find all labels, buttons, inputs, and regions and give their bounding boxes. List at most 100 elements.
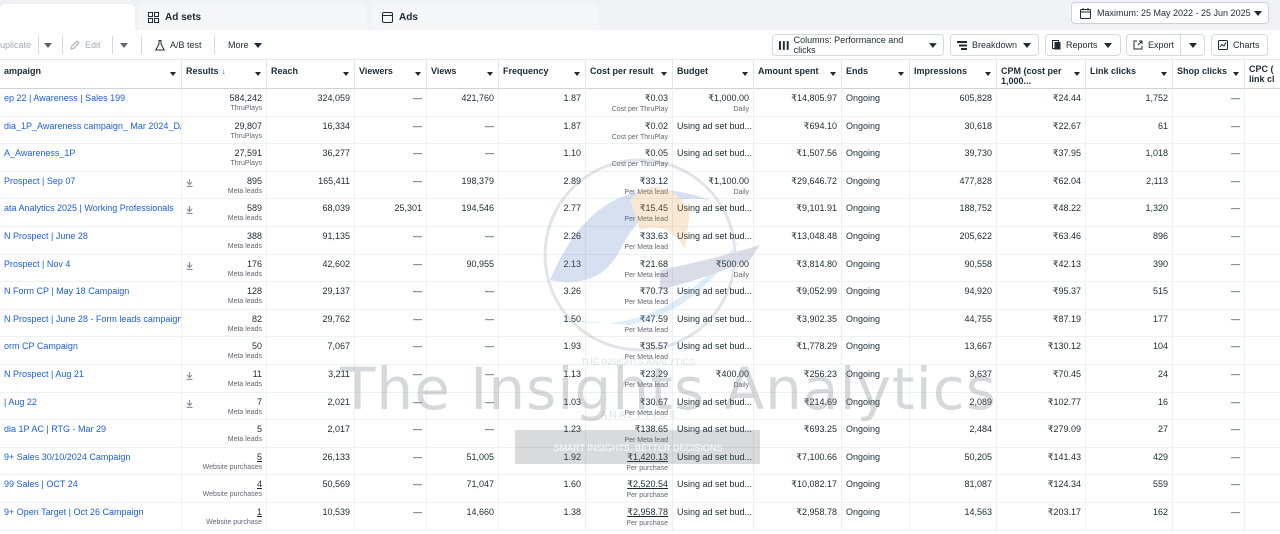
chevron-down-icon[interactable] [343, 72, 349, 76]
sort-descending-icon[interactable]: ↓ [222, 66, 227, 76]
column-header-label: Views [431, 66, 457, 76]
table-row[interactable]: Prospect | Nov 4 176 Meta leads 42,602 — 90,9… [0, 254, 1280, 283]
cell-name[interactable]: N Prospect | June 28 [0, 227, 182, 255]
duplicate-button[interactable]: uplicate [0, 34, 31, 56]
cell-name[interactable]: 99 Sales | OCT 24 [0, 475, 182, 503]
charts-button[interactable]: Charts [1211, 34, 1268, 56]
cell-name[interactable]: A_Awareness_1P [0, 144, 182, 172]
column-header-12[interactable]: Link clicks [1086, 60, 1173, 89]
reports-button[interactable]: Reports [1045, 34, 1121, 56]
chevron-down-icon[interactable] [255, 72, 261, 76]
cell-link_clicks: 1,752 [1086, 89, 1173, 117]
column-header-0[interactable]: ampaign [0, 60, 182, 89]
breakdown-button[interactable]: Breakdown [950, 34, 1039, 56]
download-icon[interactable] [186, 372, 193, 382]
column-header-13[interactable]: Shop clicks [1173, 60, 1245, 89]
cell-value: 29,762 [322, 313, 350, 324]
download-icon[interactable] [186, 261, 193, 272]
chevron-down-icon[interactable] [487, 72, 493, 76]
chevron-down-icon[interactable] [742, 72, 748, 76]
column-header-4[interactable]: Views [427, 60, 499, 89]
cell-value: 9+ Open Target | Oct 26 Campaign [4, 507, 144, 517]
column-header-11[interactable]: CPM (cost per 1,000... [997, 60, 1086, 89]
more-button[interactable]: More [228, 34, 267, 56]
table-row[interactable]: N Form CP | May 18 Campaign 128 Meta leads… [0, 282, 1280, 310]
chevron-down-icon[interactable] [830, 72, 836, 76]
cell-value: — [413, 286, 422, 297]
cell-value: 1.93 [563, 341, 581, 352]
column-header-9[interactable]: Ends [842, 60, 910, 89]
column-header-8[interactable]: Amount spent [754, 60, 842, 89]
cell-name[interactable]: 9+ Sales 30/10/2024 Campaign [0, 447, 182, 476]
cell-value: 7,067 [327, 341, 350, 352]
cell-results: 5 Meta leads [182, 420, 267, 448]
chevron-down-icon[interactable] [574, 72, 580, 76]
cell-name[interactable]: dia 1P AC | RTG - Mar 29 [0, 420, 182, 448]
chevron-down-icon[interactable] [985, 72, 991, 76]
column-header-14[interactable]: CPC ( link cl [1245, 60, 1280, 89]
edit-dropdown-button[interactable] [120, 34, 133, 56]
chevron-down-icon[interactable] [661, 72, 667, 76]
cell-name[interactable]: Prospect | Sep 07 [0, 171, 182, 200]
cell-value: 2,113 [1146, 175, 1168, 186]
edit-button[interactable]: Edit [70, 34, 101, 56]
tab-ads[interactable]: Ads [372, 4, 599, 30]
column-header-10[interactable]: Impressions [910, 60, 997, 89]
cell-name[interactable]: orm CP Campaign [0, 337, 182, 365]
column-header-7[interactable]: Budget [673, 60, 754, 89]
table-row[interactable]: dia 1P AC | RTG - Mar 29 5 Meta leads 2,017… [0, 420, 1280, 448]
cell-name[interactable]: dia_1P_Awareness campaign_ Mar 2024_DA [0, 116, 182, 145]
cell-frequency: 1.87 [499, 89, 586, 117]
cell-viewers: — [355, 227, 427, 255]
cell-viewers: — [355, 420, 427, 448]
chevron-down-icon[interactable] [1161, 72, 1167, 76]
cell-name[interactable]: | Aug 22 [0, 392, 182, 421]
table-row[interactable]: 9+ Open Target | Oct 26 Campaign 1 Website… [0, 503, 1280, 531]
chevron-down-icon[interactable] [1074, 72, 1080, 76]
table-row[interactable]: 9+ Sales 30/10/2024 Campaign 5 Website pur… [0, 447, 1280, 476]
cell-value: ₹24.44 [1052, 93, 1081, 103]
cell-frequency: 1.92 [499, 447, 586, 476]
download-icon[interactable] [186, 178, 193, 189]
chevron-down-icon[interactable] [170, 72, 176, 76]
cell-value: ₹47.59 [639, 313, 668, 324]
download-icon[interactable] [186, 399, 193, 410]
tab-campaigns[interactable] [0, 4, 135, 30]
table-row[interactable]: N Prospect | June 28 - Form leads campai… [0, 309, 1280, 338]
chevron-down-icon[interactable] [1233, 72, 1239, 76]
export-button[interactable]: Export [1126, 34, 1181, 56]
cell-name[interactable]: ata Analytics 2025 | Working Professiona… [0, 199, 182, 227]
cell-spent: ₹3,814.80 [754, 254, 842, 283]
cell-name[interactable]: Prospect | Nov 4 [0, 254, 182, 283]
column-header-3[interactable]: Viewers [355, 60, 427, 89]
table-row[interactable]: dia_1P_Awareness campaign_ Mar 2024_DA 29… [0, 116, 1280, 145]
ab-test-button[interactable]: A/B test [155, 34, 202, 56]
table-row[interactable]: Prospect | Sep 07 895 Meta leads 165,411 — 19… [0, 171, 1280, 200]
cell-value: 128 [246, 286, 262, 297]
table-row[interactable]: ata Analytics 2025 | Working Professiona… [0, 199, 1280, 227]
column-header-6[interactable]: Cost per result [586, 60, 673, 89]
column-header-1[interactable]: Results ↓ [182, 60, 267, 89]
cell-name[interactable]: N Prospect | Aug 21 [0, 365, 182, 393]
tab-ads-label: Ads [399, 11, 418, 23]
column-header-5[interactable]: Frequency [499, 60, 586, 89]
cell-value: 559 [1152, 479, 1168, 490]
cell-name[interactable]: ep 22 | Awareness | Sales 199 [0, 89, 182, 117]
chevron-down-icon[interactable] [415, 72, 421, 76]
columns-button[interactable]: Columns: Performance and clicks [772, 34, 944, 56]
cell-name[interactable]: N Prospect | June 28 - Form leads campai… [0, 309, 182, 338]
column-header-2[interactable]: Reach [267, 60, 355, 89]
table-row[interactable]: ep 22 | Awareness | Sales 199 584,242 Thru… [0, 89, 1280, 117]
duplicate-dropdown-button[interactable] [44, 34, 57, 56]
chevron-down-icon[interactable] [898, 72, 904, 76]
cell-spent: ₹13,048.48 [754, 227, 842, 255]
download-icon[interactable] [186, 206, 193, 216]
export-dropdown-button[interactable] [1181, 34, 1205, 56]
date-range-picker[interactable]: Maximum: 25 May 2022 - 25 Jun 2025 [1071, 2, 1269, 24]
cell-name[interactable]: N Form CP | May 18 Campaign [0, 282, 182, 310]
table-row[interactable]: N Prospect | June 28 388 Meta leads 91,135 —… [0, 227, 1280, 255]
table-row[interactable]: A_Awareness_1P 27,591 ThruPlays 36,277 — — 1.1… [0, 144, 1280, 172]
cell-name[interactable]: 9+ Open Target | Oct 26 Campaign [0, 503, 182, 531]
table-row[interactable]: 99 Sales | OCT 24 4 Website purchases 50,56… [0, 475, 1280, 503]
tab-ad-sets[interactable]: Ad sets [138, 4, 367, 30]
